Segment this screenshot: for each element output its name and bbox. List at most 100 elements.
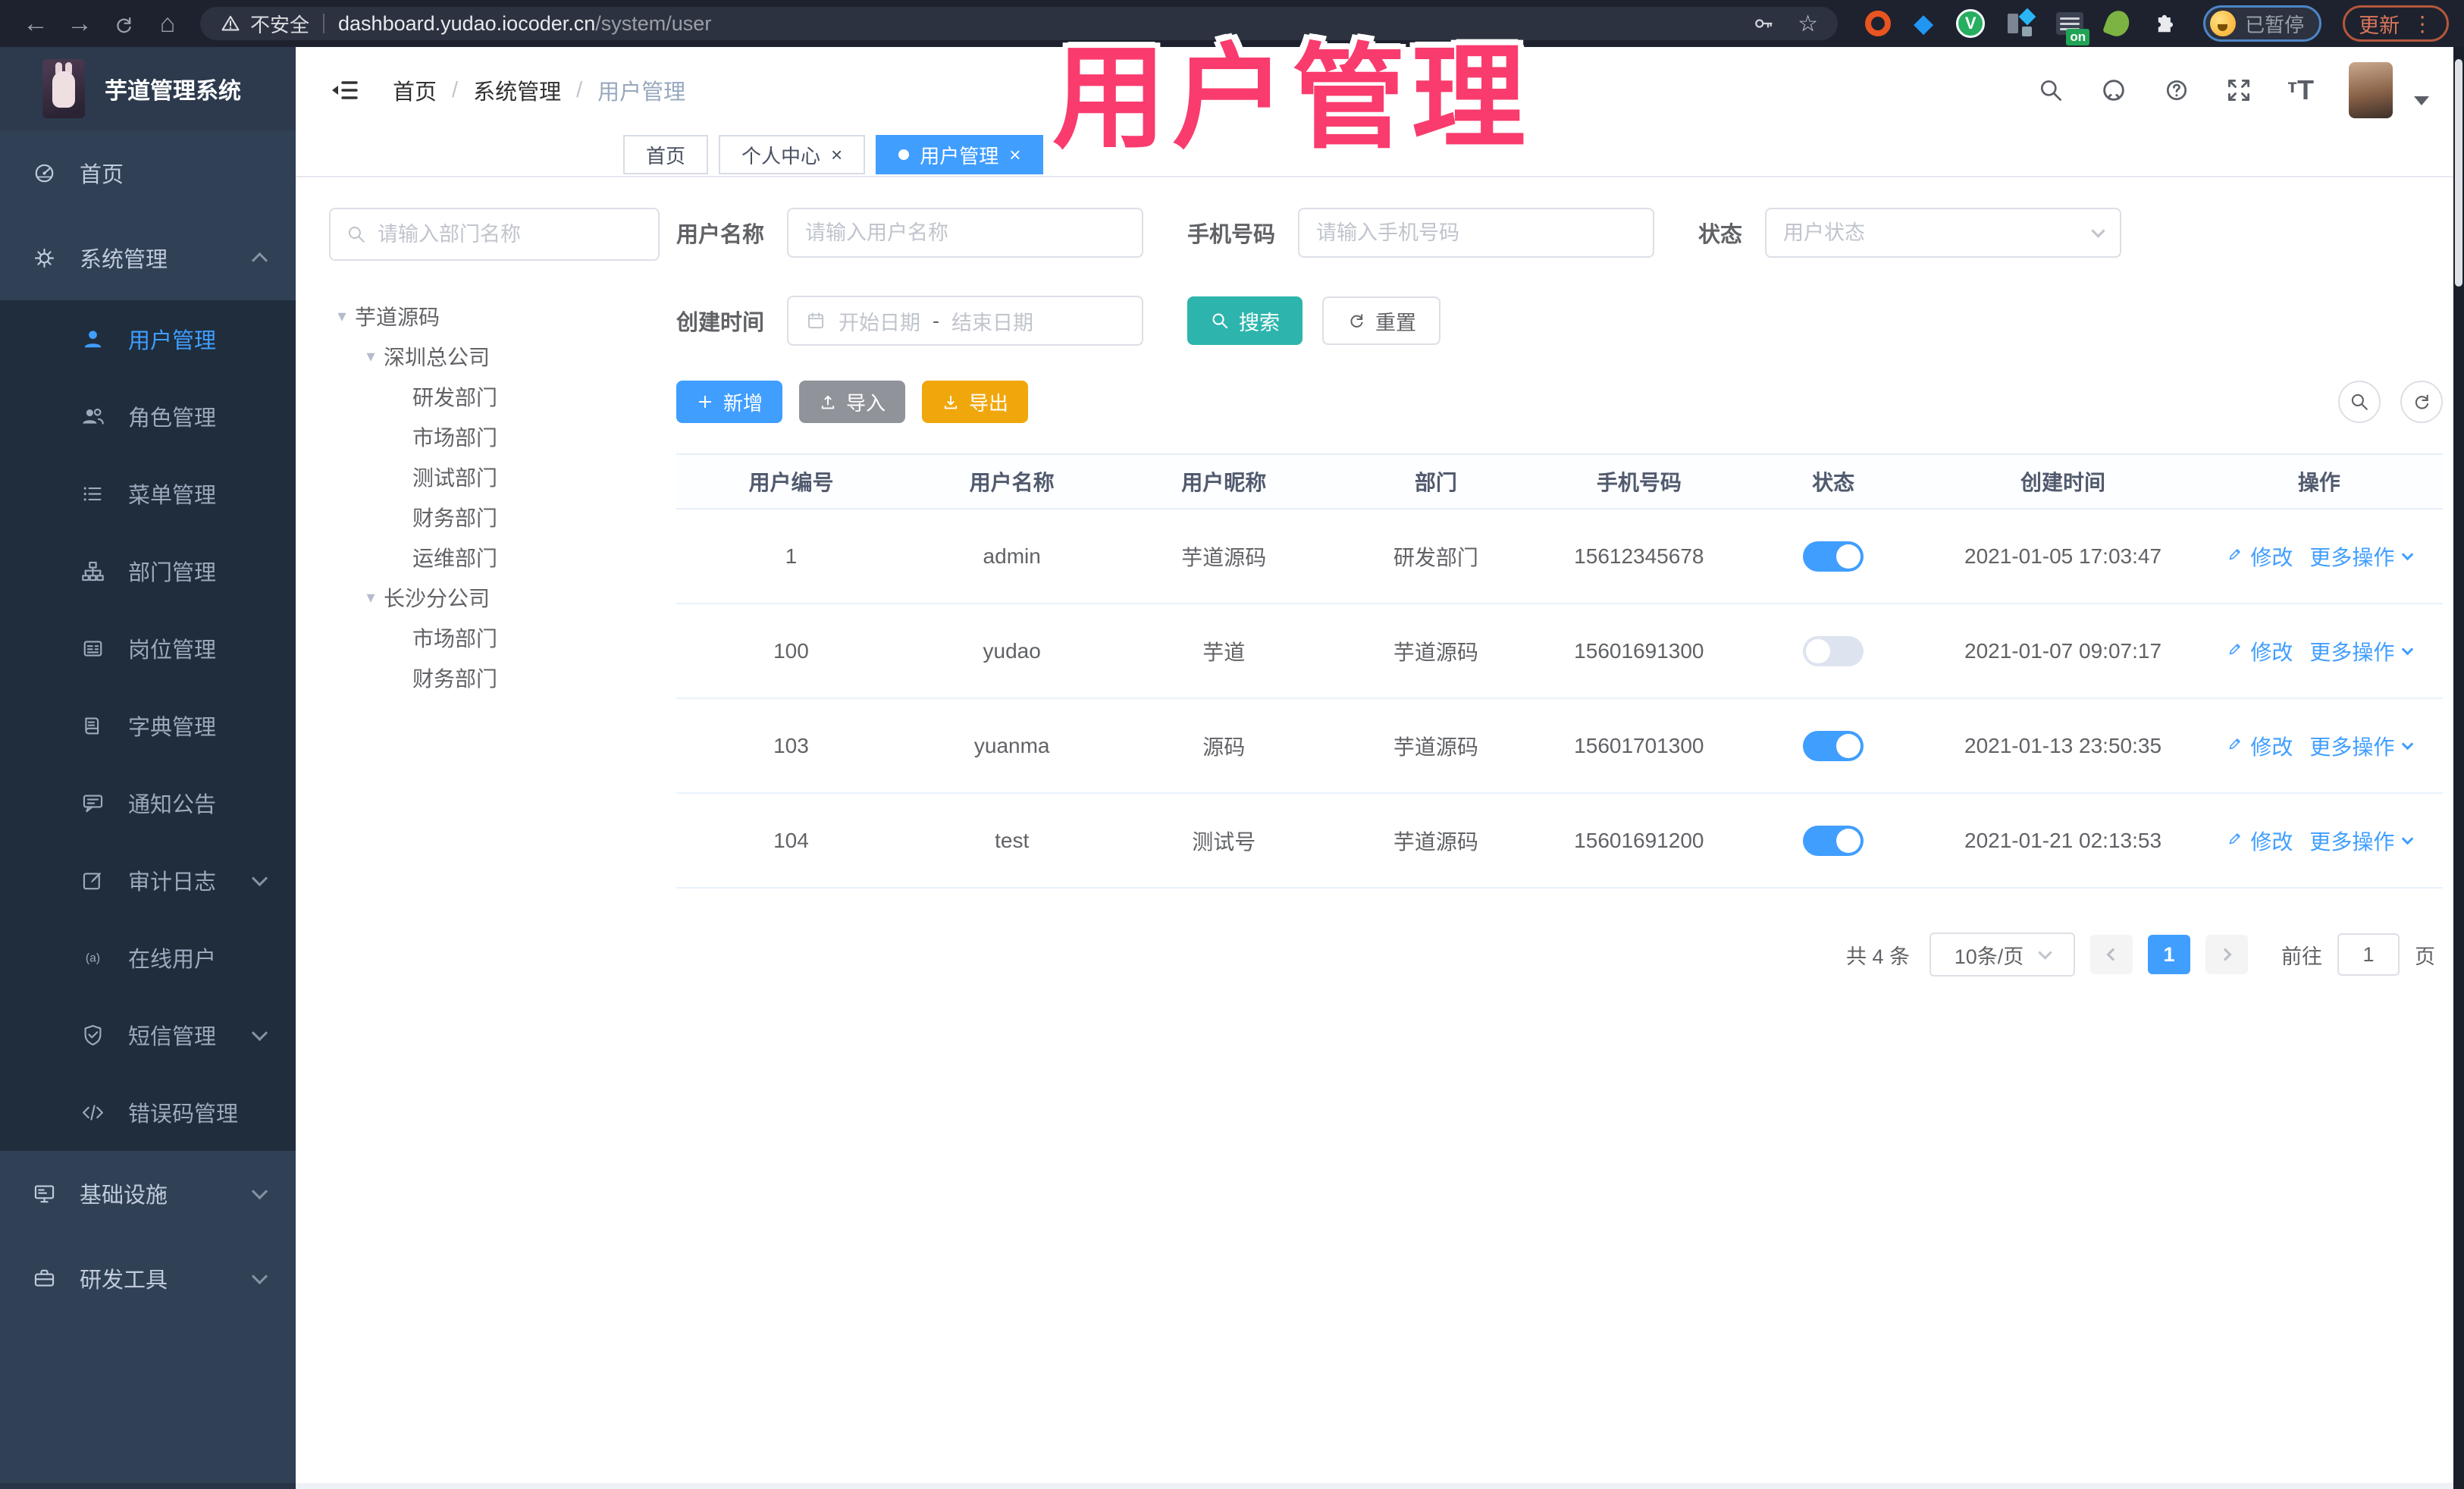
mobile-input[interactable] [1316,221,1637,245]
status-toggle[interactable] [1803,825,1864,856]
sidebar-item-sms[interactable]: 短信管理 [0,996,296,1074]
prev-page-button[interactable] [2090,935,2133,974]
tab-首页[interactable]: 首页 [623,135,709,174]
edit-link[interactable]: 修改 [2226,731,2293,761]
import-button[interactable]: 导入 [799,381,906,423]
next-page-button[interactable] [2205,935,2248,974]
tree-node[interactable]: ▾ 长沙分公司 [329,577,660,617]
browser-forward-icon[interactable]: → [58,0,102,47]
avatar-caret-icon[interactable] [2414,96,2429,105]
fullscreen-icon[interactable] [2225,77,2252,104]
export-button[interactable]: 导出 [922,381,1029,423]
sidebar-item-online[interactable]: (a) 在线用户 [0,919,296,996]
edit-link[interactable]: 修改 [2226,636,2293,666]
browser-reload-icon[interactable] [102,0,146,47]
tree-node[interactable]: 测试部门 [329,456,660,497]
show-search-toggle-button[interactable] [2338,381,2381,423]
ext-gem-icon[interactable]: ◆ [1914,11,1933,36]
mobile-field[interactable] [1298,208,1655,258]
sidebar-item-tools[interactable]: 研发工具 [0,1236,296,1321]
browser-menu-icon[interactable]: ⋮ [2412,11,2433,36]
more-actions-link[interactable]: 更多操作 [2309,731,2414,761]
sidebar-item-notice[interactable]: 通知公告 [0,764,296,842]
ext-proxy-icon[interactable] [1865,11,1891,36]
date-start-placeholder[interactable]: 开始日期 [839,306,920,336]
browser-profile-chip[interactable]: 已暂停 [2203,5,2322,42]
refresh-table-button[interactable] [2400,381,2443,423]
caret-down-icon[interactable]: ▾ [358,346,384,366]
sidebar-item-gear[interactable]: 系统管理 [0,215,296,300]
caret-down-icon[interactable]: ▾ [358,588,384,607]
user-avatar[interactable] [2349,62,2393,118]
add-button[interactable]: 新增 [676,381,783,423]
status-toggle[interactable] [1803,541,1864,572]
ext-blocks-icon[interactable] [2008,8,2036,36]
sidebar-item-menu[interactable]: 菜单管理 [0,455,296,532]
tab-用户管理[interactable]: 用户管理 × [876,135,1044,174]
tree-node[interactable]: 研发部门 [329,376,660,416]
tree-node[interactable]: 市场部门 [329,617,660,657]
tree-node[interactable]: ▾ 深圳总公司 [329,336,660,376]
close-icon[interactable]: × [1009,145,1020,165]
help-icon[interactable] [2163,77,2190,104]
date-end-placeholder[interactable]: 结束日期 [951,306,1033,336]
security-label[interactable]: 不安全 [250,10,309,38]
tree-node[interactable]: 市场部门 [329,416,660,456]
password-key-icon[interactable] [1752,12,1775,35]
browser-update-button[interactable]: 更新 ⋮ [2343,5,2450,42]
browser-back-icon[interactable]: ← [14,0,58,47]
sidebar-item-users[interactable]: 角色管理 [0,378,296,455]
date-range-picker[interactable]: 开始日期 - 结束日期 [787,296,1144,346]
username-input[interactable] [805,221,1126,245]
extensions-puzzle-icon[interactable] [2152,11,2176,36]
ext-sprout-icon[interactable] [2102,7,2133,40]
tree-node[interactable]: 财务部门 [329,497,660,537]
status-select[interactable] [1765,208,2122,258]
search-button[interactable]: 搜索 [1187,296,1303,345]
browser-home-icon[interactable]: ⌂ [146,0,190,47]
sidebar-item-user[interactable]: 用户管理 [0,300,296,378]
url-bar[interactable]: 不安全 dashboard.yudao.iocoder.cn/system/us… [200,7,1838,40]
dept-search-input[interactable] [378,222,643,246]
ext-v-icon[interactable]: V [1956,9,1986,38]
tab-个人中心[interactable]: 个人中心 × [719,135,866,174]
window-scrollbar[interactable] [2453,47,2464,1489]
url-host[interactable]: dashboard.yudao.iocoder.cn [338,12,595,36]
app-logo[interactable]: 芋道管理系统 [0,47,296,130]
bookmark-star-icon[interactable]: ☆ [1798,11,1818,37]
tree-node[interactable]: ▾ 芋道源码 [329,296,660,336]
page-number-1[interactable]: 1 [2148,935,2190,974]
ext-switch-icon[interactable]: on [2056,12,2090,45]
breadcrumb-system[interactable]: 系统管理 [473,74,561,106]
scrollbar-thumb[interactable] [2455,59,2462,287]
sidebar-fold-icon[interactable] [331,75,361,105]
more-actions-link[interactable]: 更多操作 [2309,541,2414,572]
sidebar-item-book[interactable]: 字典管理 [0,687,296,764]
header-search-icon[interactable] [2037,77,2064,104]
sidebar-item-code[interactable]: 错误码管理 [0,1074,296,1151]
sidebar-item-gauge[interactable]: 首页 [0,130,296,215]
edit-link[interactable]: 修改 [2226,826,2293,856]
close-icon[interactable]: × [831,145,842,165]
sidebar-item-tree[interactable]: 部门管理 [0,532,296,610]
more-actions-link[interactable]: 更多操作 [2309,636,2414,666]
github-icon[interactable] [2099,76,2128,105]
more-actions-link[interactable]: 更多操作 [2309,826,2414,856]
caret-down-icon[interactable]: ▾ [329,306,355,326]
url-path[interactable]: /system/user [595,12,711,36]
page-size-select[interactable]: 10条/页 [1930,933,2075,976]
status-toggle[interactable] [1803,730,1864,761]
security-warning-icon[interactable] [220,13,241,34]
edit-link[interactable]: 修改 [2226,541,2293,572]
font-size-icon[interactable]: тT [2287,74,2314,106]
status-toggle[interactable] [1803,635,1864,666]
status-select-input[interactable] [1783,221,2094,245]
reset-button[interactable]: 重置 [1322,296,1441,345]
tree-node[interactable]: 财务部门 [329,657,660,697]
tree-node[interactable]: 运维部门 [329,537,660,577]
sidebar-item-badge[interactable]: 岗位管理 [0,610,296,687]
sidebar-item-infra[interactable]: 基础设施 [0,1151,296,1236]
dept-search-field[interactable] [329,208,660,261]
username-field[interactable] [787,208,1144,258]
sidebar-item-audit[interactable]: 审计日志 [0,842,296,919]
